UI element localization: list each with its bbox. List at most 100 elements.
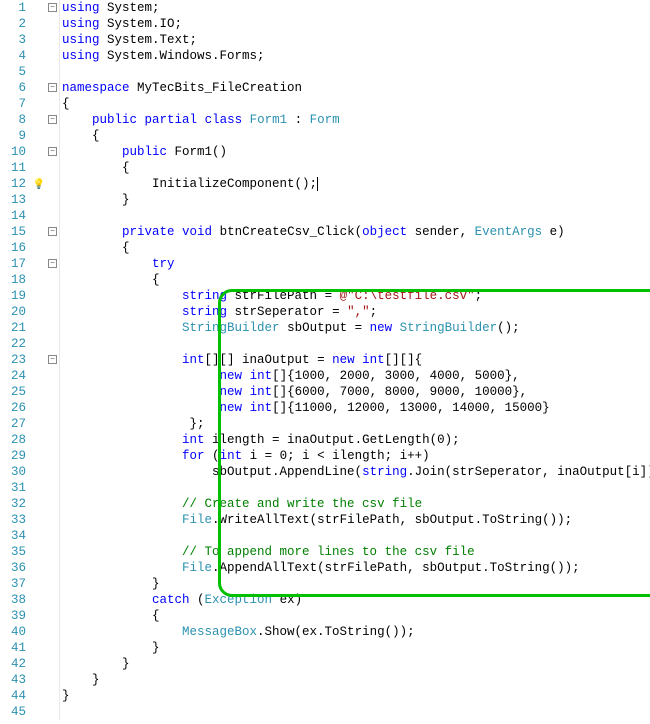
code-line[interactable]: catch (Exception ex)	[62, 592, 650, 608]
code-area[interactable]: using System;using System.IO;using Syste…	[60, 0, 650, 720]
fold-slot	[46, 464, 59, 480]
code-line[interactable]: using System.IO;	[62, 16, 650, 32]
code-line[interactable]: InitializeComponent();	[62, 176, 650, 192]
code-line[interactable]: private void btnCreateCsv_Click(object s…	[62, 224, 650, 240]
marker-slot	[32, 64, 46, 80]
code-line[interactable]	[62, 336, 650, 352]
fold-slot	[46, 96, 59, 112]
code-line[interactable]: {	[62, 128, 650, 144]
marker-slot	[32, 560, 46, 576]
code-line[interactable]: using System.Windows.Forms;	[62, 48, 650, 64]
code-line[interactable]: using System;	[62, 0, 650, 16]
fold-slot	[46, 368, 59, 384]
line-number: 9	[0, 128, 26, 144]
token-kw: private	[122, 225, 175, 239]
code-line[interactable]: };	[62, 416, 650, 432]
marker-slot	[32, 240, 46, 256]
token-kw: int	[220, 449, 243, 463]
fold-slot	[46, 432, 59, 448]
fold-minus-icon[interactable]: −	[48, 259, 57, 268]
token-plain: ilength = inaOutput.GetLength(0);	[205, 433, 460, 447]
code-line[interactable]: string strSeperator = ",";	[62, 304, 650, 320]
marker-slot	[32, 656, 46, 672]
code-line[interactable]: }	[62, 576, 650, 592]
token-plain: ;	[370, 305, 378, 319]
code-line[interactable]: public partial class Form1 : Form	[62, 112, 650, 128]
code-line[interactable]: {	[62, 608, 650, 624]
token-plain: {	[62, 97, 70, 111]
code-line[interactable]	[62, 64, 650, 80]
code-line[interactable]	[62, 480, 650, 496]
code-line[interactable]: for (int i = 0; i < ilength; i++)	[62, 448, 650, 464]
code-line[interactable]: {	[62, 272, 650, 288]
token-kw: void	[182, 225, 212, 239]
marker-slot	[32, 352, 46, 368]
fold-minus-icon[interactable]: −	[48, 147, 57, 156]
code-line[interactable]: }	[62, 688, 650, 704]
fold-slot	[46, 656, 59, 672]
code-line[interactable]: int[][] inaOutput = new int[][]{	[62, 352, 650, 368]
marker-slot	[32, 608, 46, 624]
code-line[interactable]: File.AppendAllText(strFilePath, sbOutput…	[62, 560, 650, 576]
fold-slot	[46, 624, 59, 640]
code-line[interactable]: }	[62, 640, 650, 656]
code-line[interactable]: using System.Text;	[62, 32, 650, 48]
token-plain: Form1()	[167, 145, 227, 159]
marker-slot	[32, 384, 46, 400]
code-line[interactable]: new int[]{1000, 2000, 3000, 4000, 5000},	[62, 368, 650, 384]
token-kw: string	[362, 465, 407, 479]
code-line[interactable]: new int[]{6000, 7000, 8000, 9000, 10000}…	[62, 384, 650, 400]
code-line[interactable]: {	[62, 160, 650, 176]
code-line[interactable]: namespace MyTecBits_FileCreation	[62, 80, 650, 96]
token-plain: MyTecBits_FileCreation	[130, 81, 303, 95]
fold-minus-icon[interactable]: −	[48, 115, 57, 124]
marker-slot	[32, 32, 46, 48]
code-line[interactable]: // To append more lines to the csv file	[62, 544, 650, 560]
marker-slot	[32, 128, 46, 144]
fold-minus-icon[interactable]: −	[48, 3, 57, 12]
code-line[interactable]: File.WriteAllText(strFilePath, sbOutput.…	[62, 512, 650, 528]
code-line[interactable]: string strFilePath = @"C:\testfile.csv";	[62, 288, 650, 304]
token-plain	[62, 449, 182, 463]
code-line[interactable]: int ilength = inaOutput.GetLength(0);	[62, 432, 650, 448]
fold-slot	[46, 192, 59, 208]
code-line[interactable]: // Create and write the csv file	[62, 496, 650, 512]
token-plain	[242, 401, 250, 415]
code-line[interactable]: {	[62, 96, 650, 112]
marker-slot	[32, 336, 46, 352]
fold-slot	[46, 544, 59, 560]
lightbulb-icon[interactable]: 💡	[33, 180, 45, 191]
code-line[interactable]: MessageBox.Show(ex.ToString());	[62, 624, 650, 640]
token-plain	[242, 369, 250, 383]
fold-slot	[46, 304, 59, 320]
marker-slot	[32, 592, 46, 608]
token-kw: namespace	[62, 81, 130, 95]
code-editor[interactable]: 1234567891011121314151617181920212223242…	[0, 0, 650, 720]
code-line[interactable]	[62, 208, 650, 224]
code-line[interactable]: }	[62, 656, 650, 672]
fold-minus-icon[interactable]: −	[48, 227, 57, 236]
token-plain: .Show(ex.ToString());	[257, 625, 415, 639]
code-line[interactable]	[62, 704, 650, 720]
code-line[interactable]: sbOutput.AppendLine(string.Join(strSeper…	[62, 464, 650, 480]
token-kw: try	[152, 257, 175, 271]
code-line[interactable]: }	[62, 192, 650, 208]
fold-minus-icon[interactable]: −	[48, 83, 57, 92]
line-number: 14	[0, 208, 26, 224]
line-number: 7	[0, 96, 26, 112]
code-line[interactable]: }	[62, 672, 650, 688]
code-line[interactable]: try	[62, 256, 650, 272]
token-plain	[62, 561, 182, 575]
line-number: 42	[0, 656, 26, 672]
code-line[interactable]: public Form1()	[62, 144, 650, 160]
token-plain: (	[205, 449, 220, 463]
code-line[interactable]: {	[62, 240, 650, 256]
outline-column: − − − − − − −	[46, 0, 60, 720]
code-line[interactable]	[62, 528, 650, 544]
fold-slot	[46, 416, 59, 432]
code-line[interactable]: StringBuilder sbOutput = new StringBuild…	[62, 320, 650, 336]
token-plain: sbOutput =	[280, 321, 370, 335]
code-line[interactable]: new int[]{11000, 12000, 13000, 14000, 15…	[62, 400, 650, 416]
fold-minus-icon[interactable]: −	[48, 355, 57, 364]
token-kw: int	[250, 385, 273, 399]
